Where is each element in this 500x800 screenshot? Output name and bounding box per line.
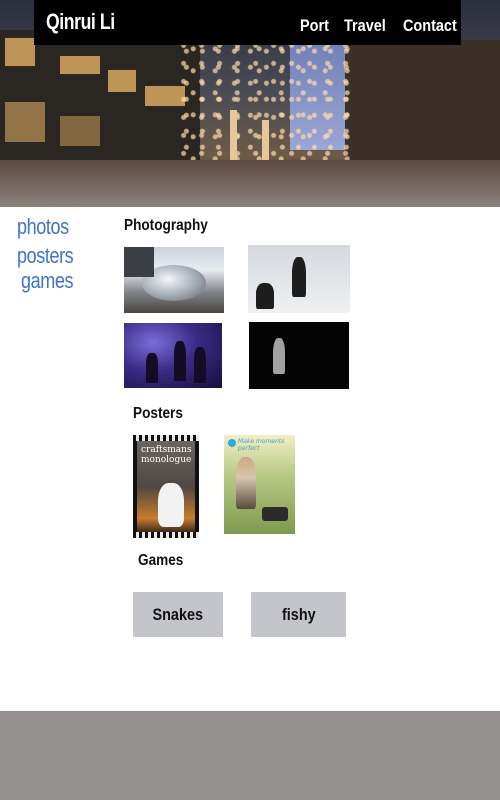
camera-icon — [262, 507, 288, 521]
make-moments-perfect-poster[interactable]: Make moments perfect — [224, 435, 295, 534]
fishy-game-button[interactable]: fishy — [251, 592, 346, 637]
top-nav: Port Travel Contact — [300, 16, 466, 36]
fishy-game-label: fishy — [281, 604, 316, 624]
craftsmans-monologue-poster[interactable]: craftsmans monologue — [133, 435, 199, 538]
hero-banner-image: Qinrui Li Port Travel Contact — [0, 0, 500, 207]
performer-figure — [194, 347, 206, 383]
sidebar-link-games[interactable]: games — [21, 268, 74, 294]
nav-link-port[interactable]: Port — [300, 16, 329, 36]
games-heading: Games — [138, 552, 184, 569]
performer-figure — [146, 353, 158, 383]
hero-building-right — [345, 40, 500, 175]
sidebar-link-photos[interactable]: photos — [17, 214, 69, 240]
ice-skaters-photo[interactable] — [248, 245, 350, 313]
cloud-gate-sculpture-photo[interactable] — [124, 247, 224, 313]
performer-figure — [273, 338, 285, 374]
dark-stage-performer-photo[interactable] — [249, 322, 349, 389]
page-footer — [0, 711, 500, 800]
snakes-game-label: Snakes — [152, 604, 204, 624]
skater-figure — [256, 283, 274, 309]
poster-title-text: craftsmans monologue — [141, 445, 192, 465]
posters-heading: Posters — [133, 405, 183, 422]
photography-heading: Photography — [124, 217, 208, 234]
nav-link-contact[interactable]: Contact — [403, 16, 457, 36]
snakes-game-button[interactable]: Snakes — [133, 592, 223, 637]
concert-stage-photo[interactable] — [124, 323, 222, 388]
nav-link-travel[interactable]: Travel — [344, 16, 386, 36]
site-title[interactable]: Qinrui Li — [46, 9, 115, 35]
hero-building-left — [0, 30, 200, 170]
skeleton-figure-icon — [158, 483, 184, 527]
poster-tagline-text: Make moments perfect — [238, 438, 285, 452]
sidebar-link-posters[interactable]: posters — [17, 243, 74, 269]
performer-figure — [174, 341, 186, 381]
skater-figure — [292, 257, 306, 297]
hero-street — [0, 160, 500, 207]
poster-person-figure — [236, 457, 256, 509]
poster-logo-icon — [228, 439, 236, 447]
